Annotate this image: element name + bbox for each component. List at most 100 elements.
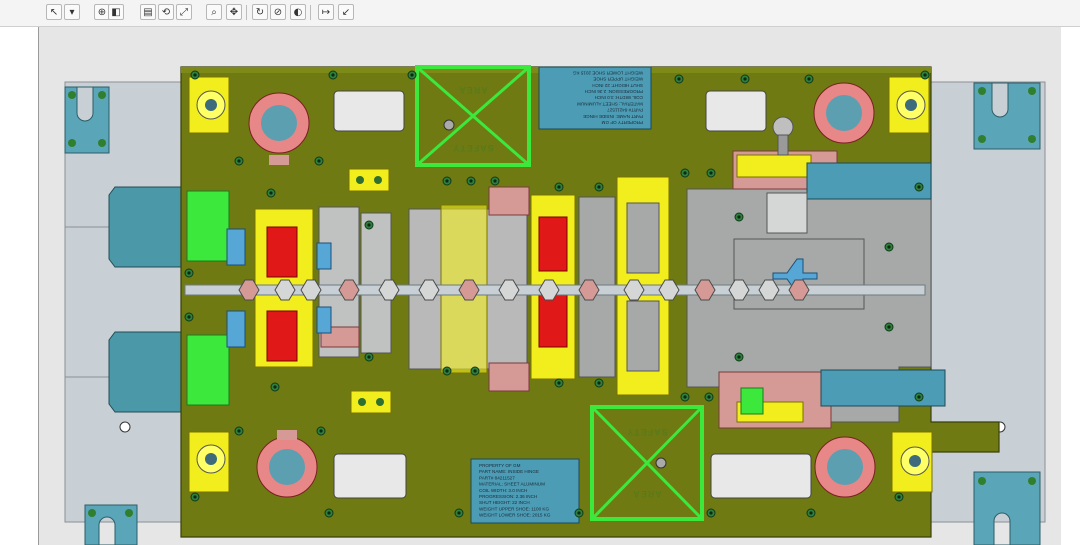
bolt-center	[317, 159, 321, 163]
heel-block-bottom-right	[891, 431, 933, 493]
bolt-center	[187, 271, 191, 275]
pocket	[710, 453, 812, 499]
bolt-center	[457, 511, 461, 515]
plate-line: PROPERTY OF GM	[479, 463, 521, 468]
bolt-center	[597, 381, 601, 385]
bolt-center	[237, 159, 241, 163]
bolt-center	[917, 185, 921, 189]
side-guide-block-bottom	[108, 331, 186, 413]
stop-block	[348, 168, 390, 192]
plate-line: WEIGHT UPPER SHOE	[593, 77, 643, 82]
cam-block-top	[736, 154, 812, 178]
plate-line: SHUT HEIGHT: 22 INCH	[592, 83, 643, 88]
ball-lock-pin	[772, 116, 794, 138]
bolt-center	[410, 73, 414, 77]
bolt-center	[683, 395, 687, 399]
stamp-label: AREA	[632, 489, 662, 499]
bolt-center	[707, 395, 711, 399]
pilot-block	[766, 192, 808, 234]
stop-block	[350, 390, 392, 414]
die-assembly-model[interactable]: SAFETY AREA SAFETY AREA PROPERTY OF GMPA…	[39, 27, 1061, 545]
bolt-center	[193, 73, 197, 77]
clamp-slot-bottom-right	[973, 471, 1041, 545]
plate-line: WEIGHT LOWER SHOE: 2015 KG	[479, 513, 551, 518]
arrow-icon[interactable]: ↙	[338, 4, 354, 20]
pocket	[705, 90, 767, 132]
graphics-toolbar: ↖ ▾ ⊕ ◧ ▤ ⟲ ⤢ ⌕ ✥ ↻ ⊘ ◐ ↦ ↙	[0, 0, 1080, 27]
bolt-center	[367, 223, 371, 227]
bolt-center	[557, 185, 561, 189]
view-icon[interactable]: ◧	[108, 4, 124, 20]
layers-icon[interactable]: ▤	[140, 4, 156, 20]
pocket	[333, 90, 405, 132]
side-guide-block-top	[108, 186, 186, 268]
bolt-center	[737, 355, 741, 359]
plate-line: WEIGHT LOWER SHOE 2015 KG	[572, 70, 643, 75]
filter-icon[interactable]: ▾	[64, 4, 80, 20]
plate-line: PROGRESSION: 2.36 INCH	[479, 494, 537, 499]
toolbar-separator	[246, 5, 247, 20]
bolt-center	[469, 179, 473, 183]
bolt-center	[331, 73, 335, 77]
orient-icon[interactable]: ⟲	[158, 4, 174, 20]
bolt-center	[273, 385, 277, 389]
plate-line: PART NAME: INSIDE HINGE	[583, 114, 643, 119]
bolt-center	[597, 185, 601, 189]
bolt-center	[897, 495, 901, 499]
fit-icon[interactable]: ⤢	[176, 4, 192, 20]
bolt-center	[807, 77, 811, 81]
zoom-icon[interactable]: ⌕	[206, 4, 222, 20]
green-key	[740, 387, 764, 415]
clamp-slot-bottom-left	[84, 504, 138, 545]
heel-block-top-left	[188, 76, 230, 134]
shoe-hole	[119, 421, 131, 433]
teal-bracket-bottom	[820, 369, 946, 407]
bolt-center	[187, 315, 191, 319]
plate-line: MATERIAL: SHEET ALUMINUM	[577, 101, 643, 106]
bolt-center	[327, 511, 331, 515]
bolt-center	[743, 77, 747, 81]
teal-bracket-top	[806, 162, 932, 200]
name-plate-top: PROPERTY OF GMPART NAME: INSIDE HINGEPAR…	[538, 66, 652, 130]
plate-line: COIL WIDTH: 3.0 INCH	[595, 95, 643, 100]
toolbar-separator	[310, 5, 311, 20]
bolt-center	[923, 73, 927, 77]
bolt-center	[683, 171, 687, 175]
plate-line: WEIGHT UPPER SHOE: 1100 KG	[479, 506, 549, 511]
pan-icon[interactable]: ✥	[226, 4, 242, 20]
bolt-center	[367, 355, 371, 359]
section-icon[interactable]: ⊘	[270, 4, 286, 20]
heel-block-top-right	[888, 76, 930, 134]
bolt-center	[887, 325, 891, 329]
rotate-icon[interactable]: ↻	[252, 4, 268, 20]
bolt-center	[237, 429, 241, 433]
plate-line: PART# 84211527	[607, 108, 643, 113]
bolt-center	[917, 395, 921, 399]
measure-icon[interactable]: ↦	[318, 4, 334, 20]
plate-line: COIL WIDTH: 3.0 INCH	[479, 488, 527, 493]
lifter-block-bottom	[186, 334, 230, 406]
select-icon[interactable]: ↖	[46, 4, 62, 20]
graphics-viewport[interactable]: SAFETY AREA SAFETY AREA PROPERTY OF GM PA…	[38, 27, 1061, 545]
bolt-center	[445, 179, 449, 183]
plate-line: SHUT HEIGHT: 22 INCH	[479, 500, 530, 505]
plate-line: PART NAME: INSIDE HINGE	[479, 469, 539, 474]
guide-bushing-top-right	[813, 82, 875, 144]
shade-icon[interactable]: ◐	[290, 4, 306, 20]
ball-lock-shaft	[777, 134, 789, 156]
plate-line: PART# 84211527	[479, 475, 515, 480]
bolt-center	[193, 495, 197, 499]
stamp-label: SAFETY	[452, 143, 494, 153]
bolt-center	[319, 429, 323, 433]
bolt-center	[557, 381, 561, 385]
bolt-center	[473, 369, 477, 373]
plate-line: MATERIAL: SHEET ALUMINUM	[479, 482, 545, 487]
bolt-center	[577, 511, 581, 515]
bolt-center	[887, 245, 891, 249]
bolt-center	[269, 191, 273, 195]
name-plate-bottom: PROPERTY OF GMPART NAME: INSIDE HINGEPAR…	[470, 458, 580, 524]
bolt-center	[445, 369, 449, 373]
lifter-block-top	[186, 190, 230, 262]
pocket	[333, 453, 407, 499]
plate-line: PROGRESSION: 2.36 INCH	[585, 89, 643, 94]
